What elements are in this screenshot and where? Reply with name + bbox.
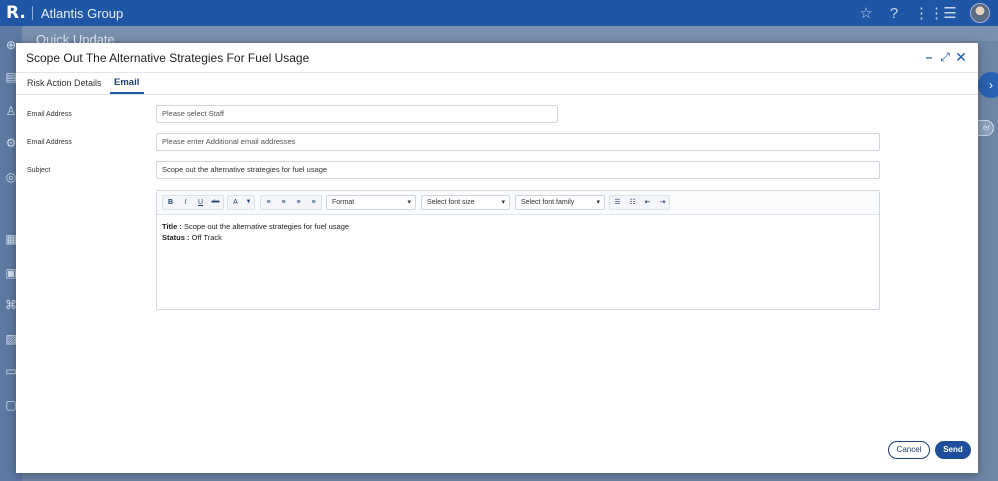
staff-email-label: Email Address bbox=[27, 111, 72, 118]
align-justify-icon[interactable]: ≡ bbox=[306, 196, 321, 209]
content-status-value: Off Track bbox=[191, 233, 222, 242]
apps-grid-icon[interactable]: ⋮⋮ bbox=[914, 4, 944, 22]
bulleted-list-icon[interactable]: ☰ bbox=[610, 196, 625, 209]
bold-button[interactable]: B bbox=[163, 196, 178, 209]
rich-text-editor: B I U abc A ▼ ≡ ≡ ≡ ≡ Format ▾ Select fo… bbox=[156, 190, 880, 310]
top-bar: R. Atlantis Group ☆ ? ⋮⋮ ☰ bbox=[0, 0, 998, 26]
format-select-value: Format bbox=[332, 199, 355, 206]
maximize-icon[interactable]: ⤢ bbox=[938, 50, 952, 64]
content-title-value: Scope out the alternative strategies for… bbox=[183, 222, 350, 231]
minimize-icon[interactable]: – bbox=[922, 50, 936, 64]
staff-select-field[interactable]: Please select Staff bbox=[156, 105, 558, 123]
editor-toolbar: B I U abc A ▼ ≡ ≡ ≡ ≡ Format ▾ Select fo… bbox=[157, 191, 879, 215]
subject-field[interactable]: Scope out the alternative strategies for… bbox=[156, 161, 880, 179]
font-size-select-value: Select font size bbox=[427, 199, 475, 206]
content-title-label: Title : bbox=[162, 222, 182, 231]
avatar[interactable] bbox=[970, 3, 990, 23]
modal-header: Scope Out The Alternative Strategies For… bbox=[16, 43, 978, 73]
align-right-icon[interactable]: ≡ bbox=[291, 196, 306, 209]
content-status-label: Status : bbox=[162, 233, 190, 242]
italic-button[interactable]: I bbox=[178, 196, 193, 209]
additional-email-field[interactable]: Please enter Additional email addresses bbox=[156, 133, 880, 151]
subject-label: Subject bbox=[27, 167, 51, 174]
logo-divider bbox=[31, 6, 33, 20]
active-tab-indicator bbox=[110, 92, 144, 94]
indent-icon[interactable]: ⇥ bbox=[655, 196, 670, 209]
quick-update-modal: Scope Out The Alternative Strategies For… bbox=[16, 43, 978, 473]
underline-button[interactable]: U bbox=[193, 196, 208, 209]
app-logo[interactable]: R. bbox=[0, 3, 26, 23]
font-family-select[interactable]: Select font family ▾ bbox=[515, 195, 605, 210]
top-icons: ☆ ? ⋮⋮ ☰ bbox=[858, 0, 990, 26]
chevron-down-icon: ▾ bbox=[501, 199, 505, 206]
chevron-down-icon: ▾ bbox=[407, 199, 411, 206]
modal-title: Scope Out The Alternative Strategies For… bbox=[26, 51, 310, 65]
font-color-group: A ▼ bbox=[227, 195, 255, 210]
additional-email-label: Email Address bbox=[27, 139, 72, 146]
help-icon[interactable]: ? bbox=[886, 5, 902, 22]
alignment-group: ≡ ≡ ≡ ≡ bbox=[260, 195, 322, 210]
list-indent-group: ☰ ☷ ⇤ ⇥ bbox=[609, 195, 670, 210]
close-icon[interactable]: ✕ bbox=[954, 50, 968, 64]
background-header-strip bbox=[22, 26, 998, 41]
outdent-icon[interactable]: ⇤ bbox=[640, 196, 655, 209]
send-button[interactable]: Send bbox=[935, 441, 971, 459]
content-title-line: Title : Scope out the alternative strate… bbox=[162, 221, 349, 232]
strikethrough-button[interactable]: abc bbox=[208, 196, 223, 209]
chevron-right-icon[interactable]: › bbox=[978, 72, 998, 98]
chevron-down-icon[interactable]: ▼ bbox=[241, 196, 256, 209]
menu-icon[interactable]: ☰ bbox=[942, 4, 958, 22]
modal-tabs: Risk Action Details Email bbox=[16, 73, 978, 95]
format-select[interactable]: Format ▾ bbox=[326, 195, 416, 210]
font-size-select[interactable]: Select font size ▾ bbox=[421, 195, 510, 210]
org-name[interactable]: Atlantis Group bbox=[41, 6, 123, 21]
text-style-group: B I U abc bbox=[162, 195, 224, 210]
tab-risk-action-details[interactable]: Risk Action Details bbox=[27, 78, 102, 95]
chevron-down-icon: ▾ bbox=[596, 199, 600, 206]
numbered-list-icon[interactable]: ☷ bbox=[625, 196, 640, 209]
align-center-icon[interactable]: ≡ bbox=[276, 196, 291, 209]
editor-content[interactable]: Title : Scope out the alternative strate… bbox=[162, 221, 349, 243]
content-status-line: Status : Off Track bbox=[162, 232, 349, 243]
align-left-icon[interactable]: ≡ bbox=[261, 196, 276, 209]
font-family-select-value: Select font family bbox=[521, 199, 575, 206]
star-icon[interactable]: ☆ bbox=[858, 4, 874, 22]
cancel-button[interactable]: Cancel bbox=[888, 441, 930, 459]
